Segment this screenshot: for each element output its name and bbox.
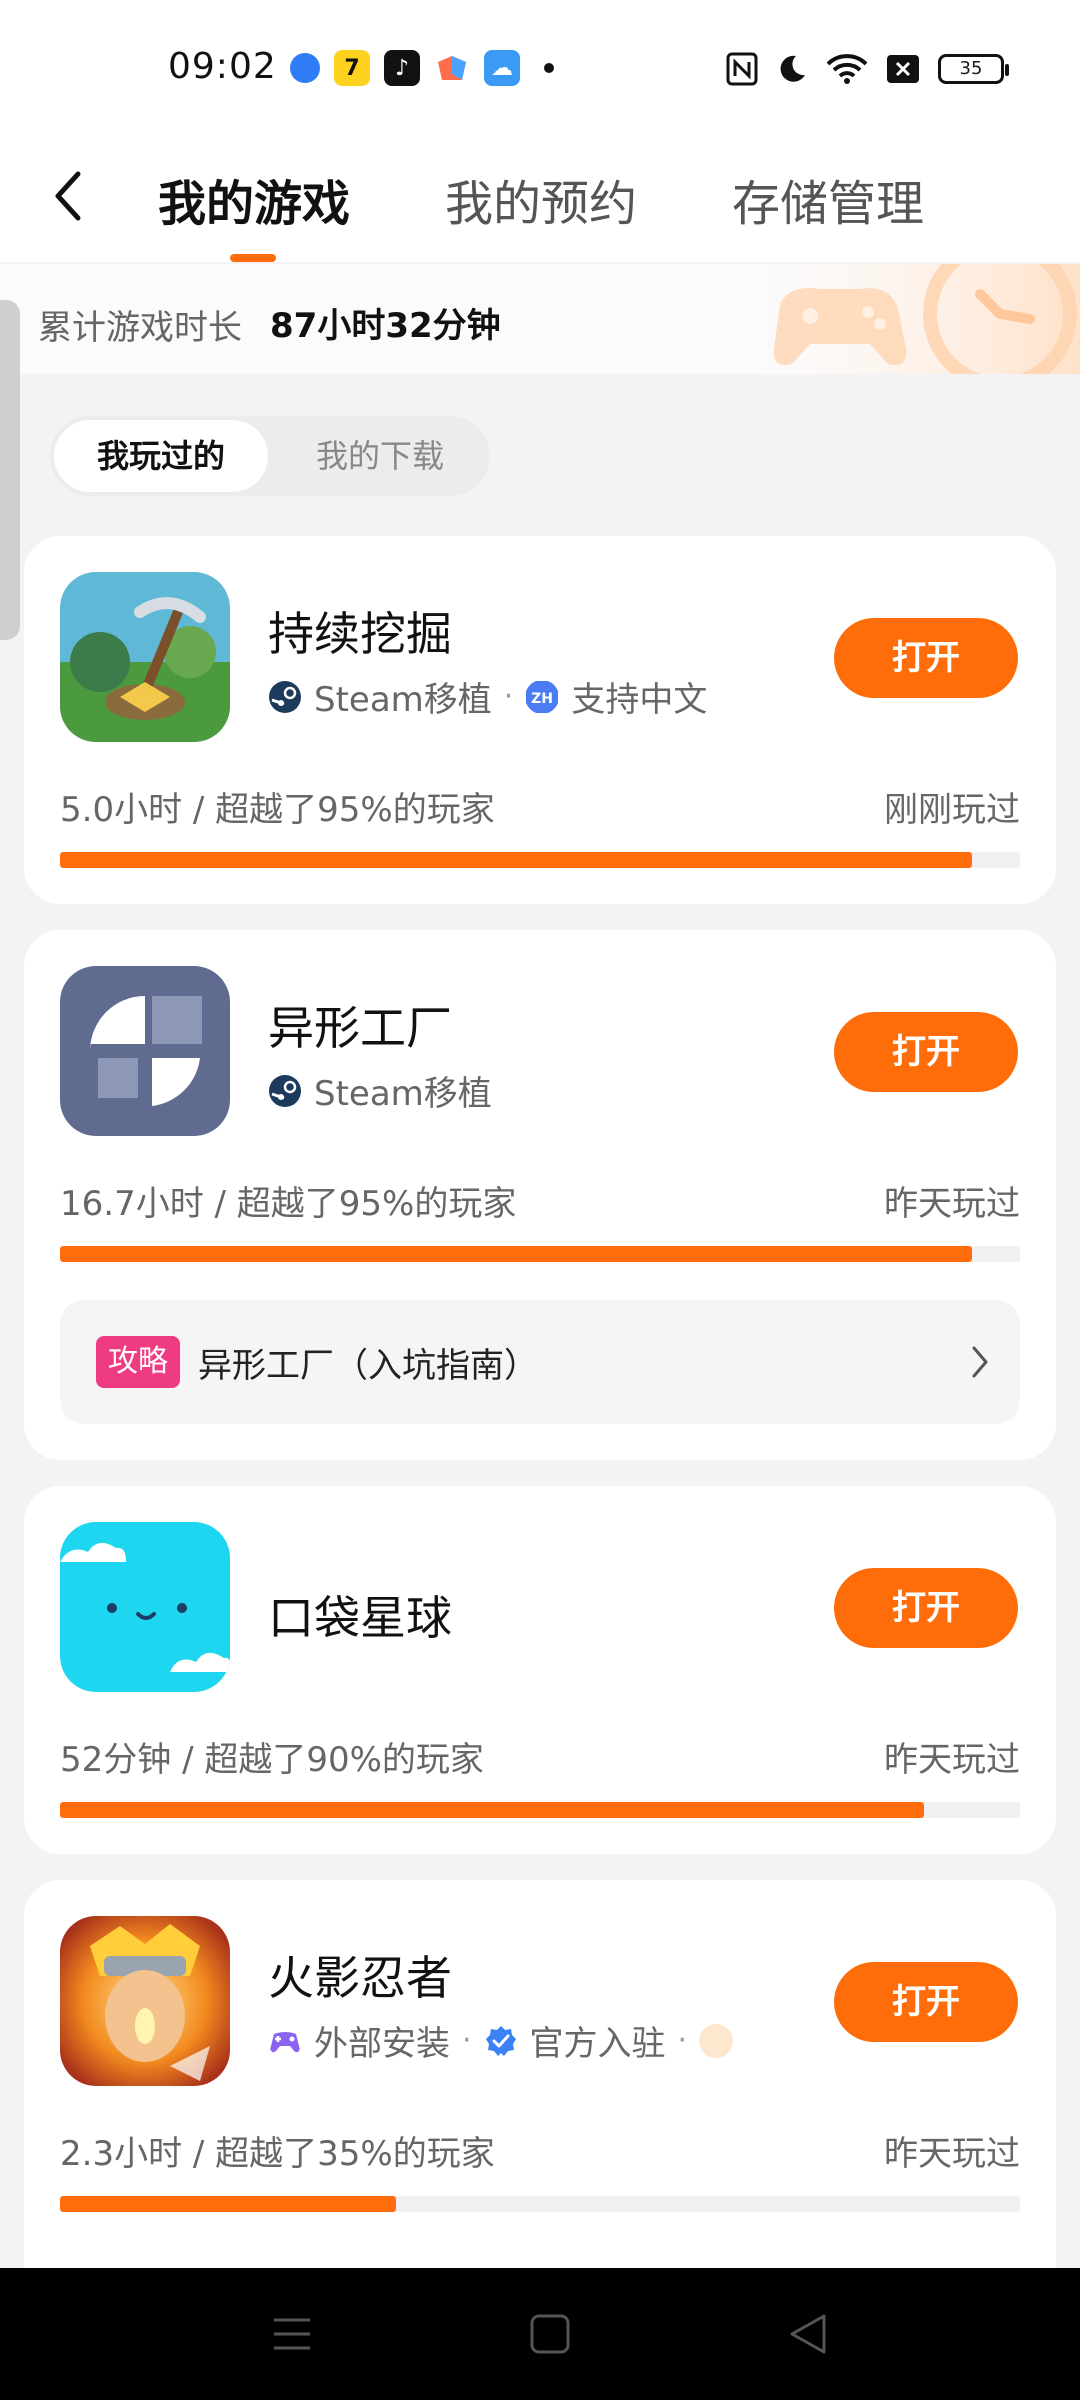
guide-title: 异形工厂（入坑指南） — [198, 1346, 538, 1386]
tag-external-install: 外部安装 — [314, 2024, 450, 2064]
open-button[interactable]: 打开 — [834, 1012, 1018, 1092]
playtime-progress-fill — [60, 852, 972, 868]
playtime-stats: 2.3小时 / 超越了35%的玩家 — [60, 2134, 495, 2174]
battery-icon: 35 — [938, 54, 1009, 84]
game-icon-shapez[interactable] — [60, 966, 230, 1136]
qimao-app-icon: 7 — [334, 50, 370, 86]
game-tags: 外部安装 · 官方入驻 · — [268, 2016, 734, 2065]
last-played: 昨天玩过 — [884, 2134, 1020, 2174]
nfc-icon — [726, 52, 758, 86]
tag-separator: · — [503, 679, 514, 714]
guide-link[interactable]: 攻略 异形工厂（入坑指南） — [60, 1300, 1020, 1424]
notification-icons: 7 ♪ ☁ — [290, 50, 554, 86]
played-download-switch: 我玩过的 我的下载 — [50, 416, 490, 496]
wifi-icon — [826, 54, 868, 84]
tag-official: 官方入驻 — [529, 2024, 666, 2064]
game-icon-pocket-planet[interactable] — [60, 1522, 230, 1692]
tiktok-app-icon: ♪ — [384, 50, 420, 86]
playtime-stats: 16.7小时 / 超越了95%的玩家 — [60, 1184, 517, 1224]
active-tab-indicator — [230, 254, 276, 262]
game-tags: Steam移植 · ZH 支持中文 — [268, 672, 707, 721]
tab-my-reservations[interactable]: 我的预约 — [445, 164, 637, 234]
total-playtime-value: 87小时32分钟 — [270, 306, 501, 346]
game-icon-dig[interactable] — [60, 572, 230, 742]
playtime-progress-bar — [60, 1802, 1020, 1818]
segment-downloads[interactable]: 我的下载 — [280, 416, 480, 496]
system-nav-bar — [0, 2268, 1080, 2400]
game-card[interactable]: 持续挖掘 Steam移植 · ZH 支持中文 打开 5.0小时 / 超越了95%… — [24, 536, 1056, 904]
game-title: 口袋星球 — [268, 1591, 452, 1645]
game-title: 异形工厂 — [268, 1001, 452, 1055]
game-card[interactable]: 异形工厂 Steam移植 打开 16.7小时 / 超越了95%的玩家 昨天玩过 … — [24, 930, 1056, 1460]
tag-steam-port: Steam移植 — [314, 680, 492, 720]
no-sim-icon — [887, 55, 919, 83]
tag-separator: · — [677, 2023, 688, 2058]
playtime-progress-bar — [60, 2196, 1020, 2212]
playtime-stats: 52分钟 / 超越了90%的玩家 — [60, 1740, 484, 1780]
faded-badge-icon — [699, 2023, 734, 2058]
segment-played[interactable]: 我玩过的 — [54, 420, 268, 492]
tab-storage-management[interactable]: 存储管理 — [732, 164, 924, 234]
playtime-progress-bar — [60, 852, 1020, 868]
last-played: 昨天玩过 — [884, 1184, 1020, 1224]
scroll-indicator[interactable] — [0, 300, 20, 640]
moon-icon — [780, 55, 805, 82]
tag-steam-port: Steam移植 — [314, 1074, 492, 1114]
total-playtime-label: 累计游戏时长 — [38, 308, 242, 348]
gamepad-icon — [270, 2031, 300, 2052]
game-card[interactable]: 火影忍者 外部安装 · 官方入驻 · 打开 2.3小时 / 超越了35%的玩家 … — [24, 1880, 1056, 2300]
playtime-progress-fill — [60, 1802, 924, 1818]
steam-icon — [269, 1074, 301, 1107]
game-title: 火影忍者 — [268, 1951, 452, 2005]
last-played: 昨天玩过 — [884, 1740, 1020, 1780]
steam-icon — [269, 680, 301, 713]
game-center-app-icon — [434, 50, 470, 86]
status-indicators: 35 — [726, 52, 1009, 86]
tag-separator: · — [462, 2023, 472, 2058]
open-button[interactable]: 打开 — [834, 1962, 1018, 2042]
weather-app-icon: ☁ — [484, 50, 520, 86]
home-icon[interactable] — [528, 2312, 572, 2356]
tag-chinese-support: 支持中文 — [571, 680, 708, 720]
playtime-progress-fill — [60, 2196, 396, 2212]
playtime-stats: 5.0小时 / 超越了95%的玩家 — [60, 790, 495, 830]
guide-badge: 攻略 — [96, 1336, 180, 1388]
verified-icon — [485, 2025, 516, 2056]
total-playtime-banner: 累计游戏时长 87小时32分钟 — [0, 264, 1080, 374]
svg-text:ZH: ZH — [531, 691, 553, 707]
status-time: 09:02 — [168, 46, 277, 87]
menu-icon[interactable] — [270, 2312, 314, 2356]
more-notifications-dot — [544, 63, 554, 73]
browser-app-icon — [290, 53, 320, 83]
top-nav: 我的游戏 我的预约 存储管理 — [0, 130, 1080, 262]
gamepad-clock-decoration — [750, 264, 1080, 374]
game-tags: Steam移植 — [268, 1066, 492, 1115]
playtime-progress-bar — [60, 1246, 1020, 1262]
open-button[interactable]: 打开 — [834, 1568, 1018, 1648]
game-title: 持续挖掘 — [268, 607, 452, 661]
back-nav-icon[interactable] — [786, 2312, 830, 2356]
last-played: 刚刚玩过 — [884, 790, 1020, 830]
back-icon[interactable] — [46, 166, 94, 226]
open-button[interactable]: 打开 — [834, 618, 1018, 698]
game-icon-naruto[interactable] — [60, 1916, 230, 2086]
chinese-support-icon: ZH — [526, 680, 559, 713]
status-bar: 09:02 7 ♪ ☁ 35 — [0, 0, 1080, 130]
tab-my-games[interactable]: 我的游戏 — [158, 164, 350, 234]
playtime-progress-fill — [60, 1246, 972, 1262]
chevron-right-icon — [972, 1346, 988, 1378]
game-card[interactable]: 口袋星球 打开 52分钟 / 超越了90%的玩家 昨天玩过 — [24, 1486, 1056, 1854]
